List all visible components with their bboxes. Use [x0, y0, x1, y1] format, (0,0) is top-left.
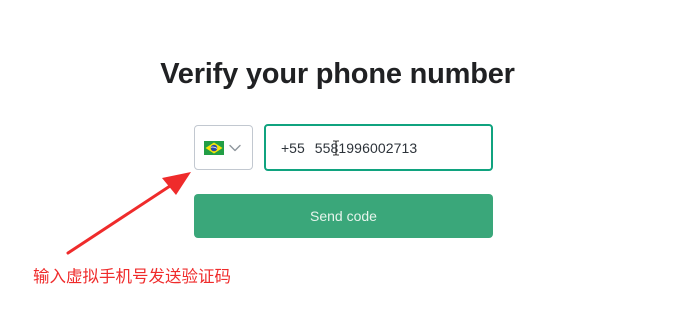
annotation-text: 输入虚拟手机号发送验证码: [33, 267, 231, 286]
